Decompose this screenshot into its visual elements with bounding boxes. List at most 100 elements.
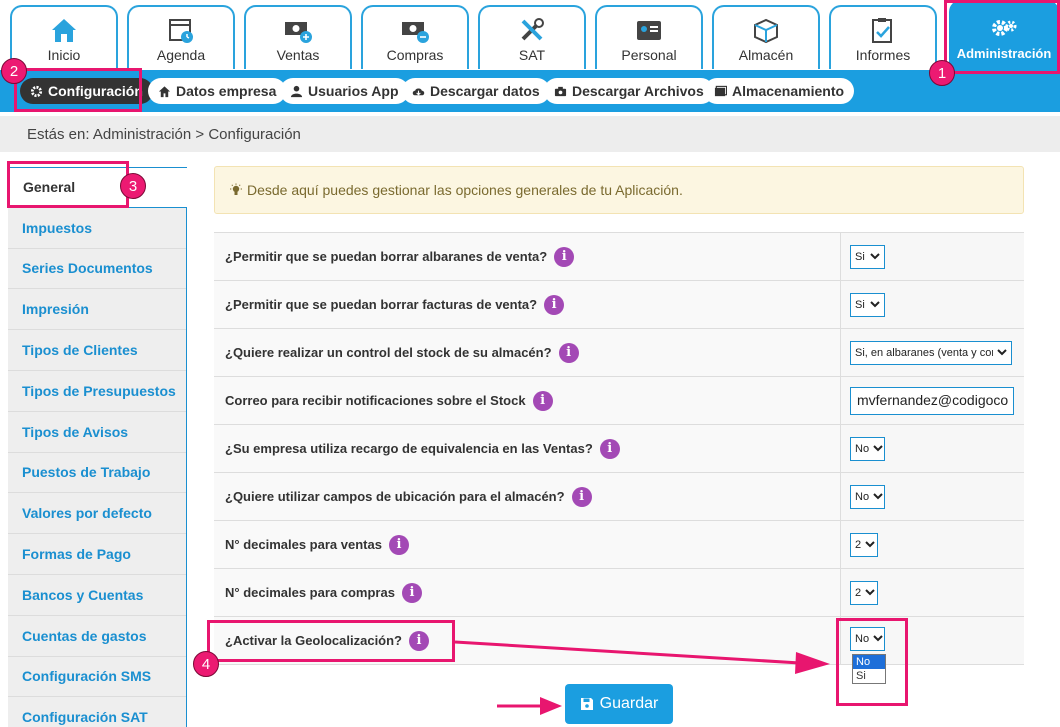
sidebar-item-tipos-avisos[interactable]: Tipos de Avisos [8,411,187,453]
info-icon[interactable]: i [554,246,575,267]
calendar-icon [169,19,193,43]
info-text: Desde aquí puedes gestionar las opciones… [247,182,683,198]
boxes-icon [754,18,778,44]
app-window: Inicio Agenda Ventas Compras SAT Persona… [0,0,1060,727]
sidebar-divider [186,207,187,727]
setting-question: ¿Quiere utilizar campos de ubicación par… [225,489,565,504]
save-button[interactable]: Guardar [565,684,673,724]
info-icon[interactable]: i [388,534,409,555]
setting-question: ¿Su empresa utiliza recargo de equivalen… [225,441,593,456]
chevron-down-icon [873,493,883,500]
setting-question: ¿Permitir que se puedan borrar albaranes… [225,249,548,264]
sidebar-item-configuracion-sms[interactable]: Configuración SMS [8,656,187,698]
home-icon [158,85,171,97]
lightbulb-icon [230,183,242,195]
borrar-albaranes-select[interactable]: Si [850,244,885,269]
setting-row: ¿Quiere realizar un control del stock de… [214,329,1024,377]
sidebar-item-tipos-presupuestos[interactable]: Tipos de Presupuestos [8,370,187,412]
sidebar-item-bancos-cuentas[interactable]: Bancos y Cuentas [8,574,187,616]
sidebar-item-cuentas-gastos[interactable]: Cuentas de gastos [8,615,187,657]
floppy-disk-icon [580,698,593,710]
decimales-ventas-select[interactable]: 2 [850,532,878,557]
sidebar-item-impresion[interactable]: Impresión [8,289,187,331]
save-label: Guardar [599,695,659,712]
select-value: 2 [855,538,862,551]
highlight-administracion [944,0,1060,74]
tab-inicio[interactable]: Inicio [10,5,118,69]
borrar-facturas-select[interactable]: Si [850,292,885,317]
setting-question: ¿Permitir que se puedan borrar facturas … [225,297,538,312]
subnav-usuarios-app[interactable]: Usuarios App [280,78,409,104]
subnav-label: Almacenamiento [732,83,845,99]
subnav-datos-empresa[interactable]: Datos empresa [148,78,287,104]
info-icon[interactable]: i [401,582,422,603]
subnav-descargar-archivos[interactable]: Descargar Archivos [544,78,714,104]
step-badge-2: 2 [1,58,27,84]
sidebar-item-puestos-trabajo[interactable]: Puestos de Trabajo [8,452,187,494]
folder-icon [714,85,727,96]
setting-row: Correo para recibir notificaciones sobre… [214,377,1024,425]
cloud-download-icon [412,87,425,96]
step-badge-1: 1 [929,60,955,86]
tab-almacen[interactable]: Almacén [712,5,820,69]
tab-personal[interactable]: Personal [595,5,703,69]
tab-label: Informes [855,47,911,63]
tab-label: Agenda [156,47,206,63]
select-value: Si, en albaranes (venta y com [855,346,993,359]
sidebar-item-impuestos[interactable]: Impuestos [8,207,187,249]
clipboard-icon [872,18,892,43]
home-icon [52,19,76,42]
info-icon[interactable]: i [571,486,592,507]
tab-compras[interactable]: Compras [361,5,469,69]
sidebar-item-formas-pago[interactable]: Formas de Pago [8,534,187,575]
select-value: 2 [855,586,862,599]
info-alert: Desde aquí puedes gestionar las opciones… [214,166,1024,214]
control-stock-select[interactable]: Si, en albaranes (venta y com [850,340,1012,365]
stock-email-input[interactable]: mvfernandez@codigoco [850,386,1014,415]
money-minus-icon [402,22,429,43]
setting-row: ¿Permitir que se puedan borrar albaranes… [214,233,1024,281]
info-icon[interactable]: i [558,342,579,363]
breadcrumb: Estás en: Administración > Configuración [0,116,1060,152]
tab-informes[interactable]: Informes [829,5,937,69]
user-icon [290,85,303,97]
chevron-down-icon [865,589,875,596]
sidebar: General Impuestos Series Documentos Impr… [8,167,187,727]
tab-sat[interactable]: SAT [478,5,586,69]
setting-row: N° decimales para compras i 2 [214,569,1024,617]
subnav-almacenamiento[interactable]: Almacenamiento [704,78,855,104]
highlight-configuracion [14,68,142,112]
chevron-down-icon [870,301,880,308]
sidebar-item-tipos-clientes[interactable]: Tipos de Clientes [8,330,187,371]
subnav-label: Usuarios App [308,83,399,99]
tab-label: Almacén [738,47,794,63]
recargo-equivalencia-select[interactable]: No [850,436,885,461]
highlight-general [7,161,129,208]
info-icon[interactable]: i [544,294,565,315]
select-value: Si [855,298,865,311]
sidebar-item-configuracion-sat[interactable]: Configuración SAT [8,697,187,727]
highlight-geolocalizacion-options [836,618,908,706]
step-badge-4: 4 [193,651,219,677]
tools-icon [521,18,544,41]
tab-ventas[interactable]: Ventas [244,5,352,69]
sidebar-item-series-documentos[interactable]: Series Documentos [8,248,187,290]
tab-label: Personal [621,47,677,63]
tab-label: Ventas [276,47,320,63]
subnav-label: Datos empresa [176,83,277,99]
tab-agenda[interactable]: Agenda [127,5,235,69]
select-value: Si [855,250,865,263]
info-icon[interactable]: i [532,390,553,411]
sidebar-item-valores-defecto[interactable]: Valores por defecto [8,493,187,535]
decimales-compras-select[interactable]: 2 [850,580,878,605]
setting-row: ¿Permitir que se puedan borrar facturas … [214,281,1024,329]
info-icon[interactable]: i [599,438,620,459]
subnav-descargar-datos[interactable]: Descargar datos [402,78,550,104]
campos-ubicacion-select[interactable]: No [850,484,885,509]
setting-row: N° decimales para ventas i 2 [214,521,1024,569]
chevron-down-icon [997,349,1007,356]
main-tabs: Inicio Agenda Ventas Compras SAT Persona… [0,0,1060,70]
setting-row: ¿Su empresa utiliza recargo de equivalen… [214,425,1024,473]
camera-icon [554,86,567,96]
tab-label: Inicio [47,47,81,63]
